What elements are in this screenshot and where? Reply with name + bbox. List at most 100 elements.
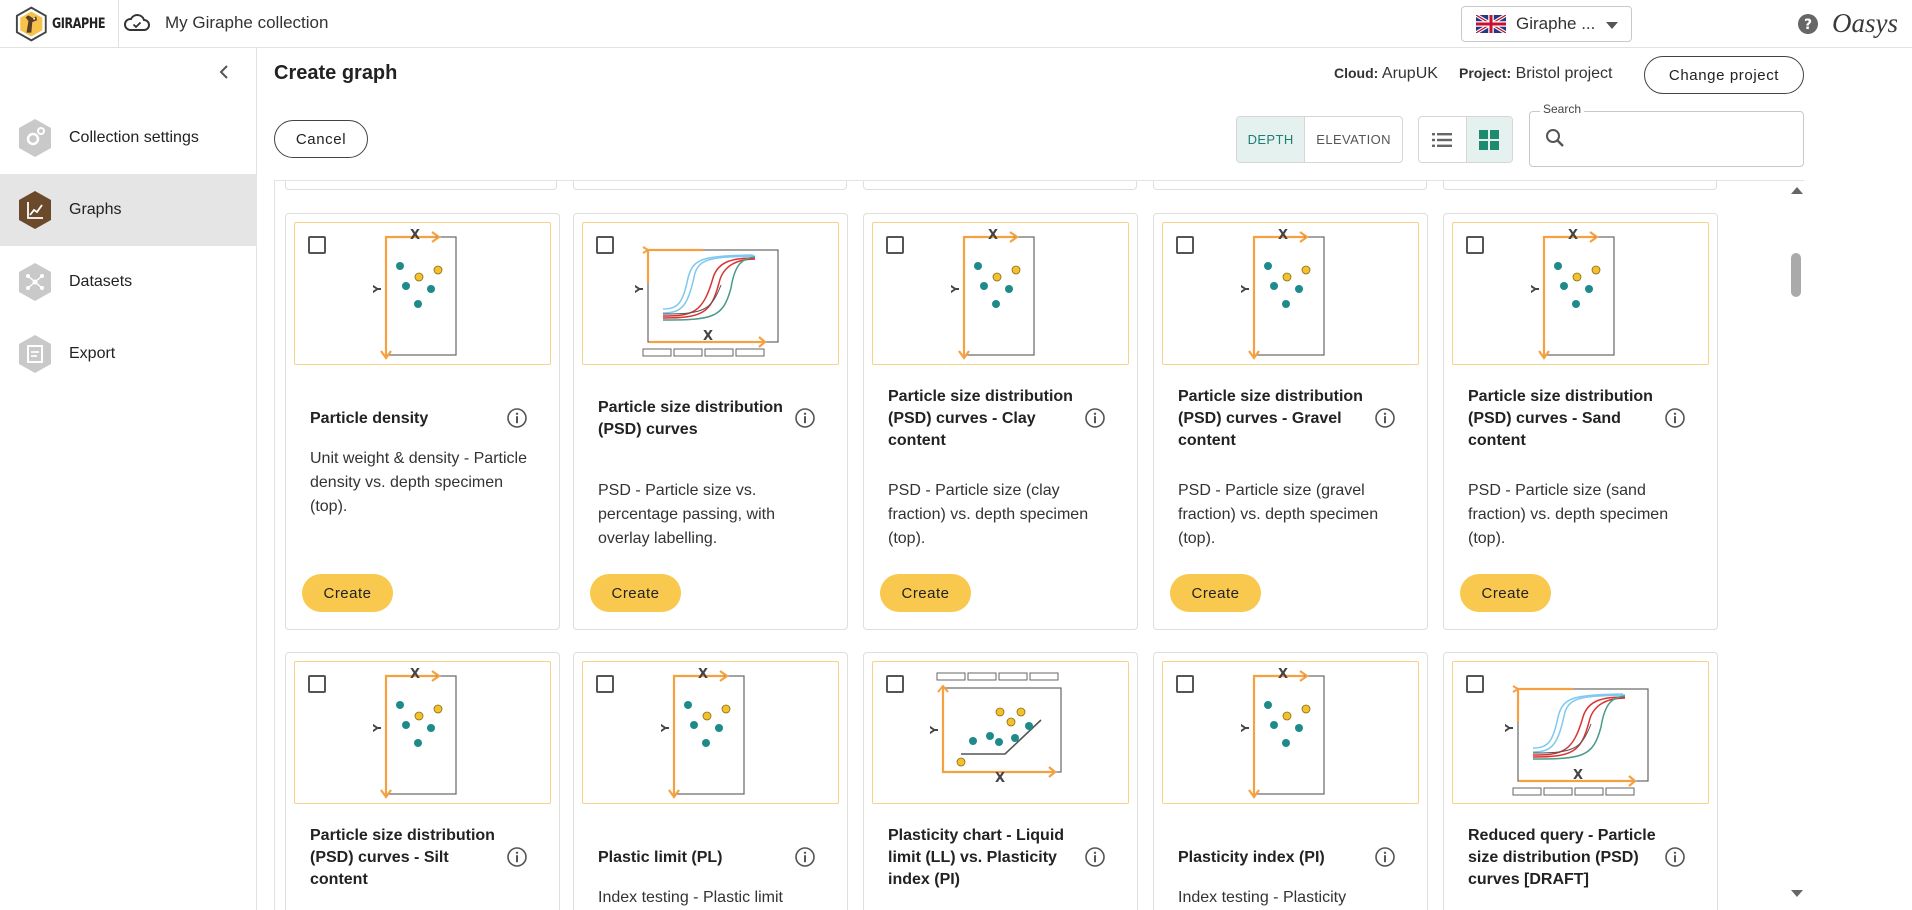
scatter-depth-thumbnail xyxy=(657,665,746,799)
card-checkbox[interactable] xyxy=(1176,236,1194,254)
grid-view-button[interactable] xyxy=(1465,117,1512,162)
list-view-button[interactable] xyxy=(1419,117,1466,162)
info-icon[interactable] xyxy=(1664,846,1686,868)
project-label: Project: xyxy=(1459,65,1512,81)
info-icon[interactable] xyxy=(506,846,528,868)
card-description: PSD - Particle size vs. percentage passi… xyxy=(598,482,775,547)
card-description: Unit weight & density - Particle density… xyxy=(310,450,527,515)
sidebar-item-collection-settings[interactable]: Collection settings xyxy=(0,102,257,174)
giraphe-logo[interactable]: GIRAPHE xyxy=(14,5,118,43)
scroll-up-arrow-icon[interactable] xyxy=(1791,187,1803,194)
scatter-depth-thumbnail xyxy=(947,226,1036,360)
scatter-depth-thumbnail xyxy=(1527,226,1616,360)
sidebar-item-label: Export xyxy=(69,345,116,362)
graph-thumbnail xyxy=(1162,222,1419,365)
info-icon[interactable] xyxy=(794,846,816,868)
card-description: PSD - Particle size (clay fraction) vs. … xyxy=(888,482,1089,547)
graph-thumbnail xyxy=(1452,661,1709,804)
info-icon[interactable] xyxy=(1084,846,1106,868)
search-label: Search xyxy=(1540,102,1585,116)
card-checkbox[interactable] xyxy=(1466,236,1484,254)
graph-icon xyxy=(19,191,51,229)
search-icon xyxy=(1546,129,1564,147)
previous-card xyxy=(285,181,557,190)
chevron-down-icon xyxy=(1606,22,1618,29)
info-icon[interactable] xyxy=(506,407,528,429)
graph-card: Particle size distribution (PSD) curves … xyxy=(1443,213,1718,630)
export-icon xyxy=(19,335,51,373)
cloud-info: Cloud: ArupUK xyxy=(1334,65,1438,83)
previous-card xyxy=(863,181,1137,190)
graph-card: Plasticity index (PI) Index testing - Pl… xyxy=(1153,652,1428,910)
sidebar: Collection settings Graphs Datasets Expo… xyxy=(0,48,257,910)
cancel-button[interactable]: Cancel xyxy=(274,120,368,158)
oasys-brand-logo: Oasys xyxy=(1832,8,1898,38)
psd-curves-thumbnail xyxy=(1501,684,1650,797)
sidebar-item-label: Collection settings xyxy=(69,129,199,146)
psd-curves-thumbnail xyxy=(631,245,780,358)
scrollbar-thumb[interactable] xyxy=(1791,253,1801,297)
view-mode-toggle xyxy=(1418,116,1513,163)
graph-card: Particle size distribution (PSD) curves … xyxy=(863,213,1138,630)
card-checkbox[interactable] xyxy=(596,675,614,693)
card-title: Plasticity chart - Liquid limit (LL) vs.… xyxy=(888,827,1065,888)
create-button[interactable]: Create xyxy=(590,574,681,612)
create-button[interactable]: Create xyxy=(1170,574,1261,612)
previous-card xyxy=(573,181,847,190)
card-description: PSD - Particle size (gravel fraction) vs… xyxy=(1178,482,1379,547)
language-select[interactable]: Giraphe ... xyxy=(1461,6,1632,42)
create-button[interactable]: Create xyxy=(1460,574,1551,612)
card-title: Particle size distribution (PSD) curves … xyxy=(1178,388,1363,449)
scatter-depth-thumbnail xyxy=(1237,665,1326,799)
info-icon[interactable] xyxy=(1084,407,1106,429)
info-icon[interactable] xyxy=(1374,407,1396,429)
create-button[interactable]: Create xyxy=(302,574,393,612)
info-icon[interactable] xyxy=(1664,407,1686,429)
graph-card: Plastic limit (PL) Index testing - Plast… xyxy=(573,652,848,910)
top-bar: GIRAPHE My Giraphe collection Giraphe ..… xyxy=(0,0,1912,48)
sidebar-item-graphs[interactable]: Graphs xyxy=(0,174,257,246)
card-checkbox[interactable] xyxy=(308,675,326,693)
graph-card: Plasticity chart - Liquid limit (LL) vs.… xyxy=(863,652,1138,910)
grid-view-icon xyxy=(1479,129,1500,150)
card-description: Index testing - Plastic limit xyxy=(598,889,783,906)
cloud-value: ArupUK xyxy=(1381,65,1438,82)
chevron-left-icon[interactable] xyxy=(217,63,231,81)
card-checkbox[interactable] xyxy=(886,675,904,693)
toggle-depth[interactable]: DEPTH xyxy=(1237,117,1306,162)
info-icon[interactable] xyxy=(1374,846,1396,868)
graph-templates-grid: Particle density Unit weight & density -… xyxy=(274,180,1804,910)
card-checkbox[interactable] xyxy=(308,236,326,254)
graph-thumbnail xyxy=(294,661,551,804)
card-checkbox[interactable] xyxy=(886,236,904,254)
card-checkbox[interactable] xyxy=(1176,675,1194,693)
card-checkbox[interactable] xyxy=(1466,675,1484,693)
svg-text:?: ? xyxy=(1804,17,1812,33)
search-input[interactable] xyxy=(1575,122,1795,156)
help-icon[interactable]: ? xyxy=(1797,13,1819,35)
info-icon[interactable] xyxy=(794,407,816,429)
scroll-down-arrow-icon[interactable] xyxy=(1791,890,1803,897)
sidebar-item-export[interactable]: Export xyxy=(0,318,257,390)
card-title: Particle density xyxy=(310,410,429,427)
change-project-button[interactable]: Change project xyxy=(1644,56,1804,94)
plasticity-chart-thumbnail xyxy=(926,671,1063,788)
card-checkbox[interactable] xyxy=(596,236,614,254)
project-info: Project: Bristol project xyxy=(1459,65,1613,83)
logo-text: GIRAPHE xyxy=(51,16,105,32)
card-description: Index testing - Plasticity xyxy=(1178,889,1347,906)
card-title: Plastic limit (PL) xyxy=(598,849,723,866)
graph-thumbnail xyxy=(1452,222,1709,365)
graph-thumbnail xyxy=(872,222,1129,365)
scatter-depth-thumbnail xyxy=(369,665,458,799)
cloud-icon[interactable] xyxy=(123,11,151,35)
graph-thumbnail xyxy=(582,222,839,365)
graph-thumbnail xyxy=(582,661,839,804)
datasets-network-icon xyxy=(19,263,51,301)
sidebar-item-datasets[interactable]: Datasets xyxy=(0,246,257,318)
page-title: Create graph xyxy=(274,62,398,84)
depth-elevation-toggle: DEPTH ELEVATION xyxy=(1236,116,1403,163)
create-button[interactable]: Create xyxy=(880,574,971,612)
cloud-label: Cloud: xyxy=(1334,65,1379,81)
toggle-elevation[interactable]: ELEVATION xyxy=(1305,117,1402,162)
